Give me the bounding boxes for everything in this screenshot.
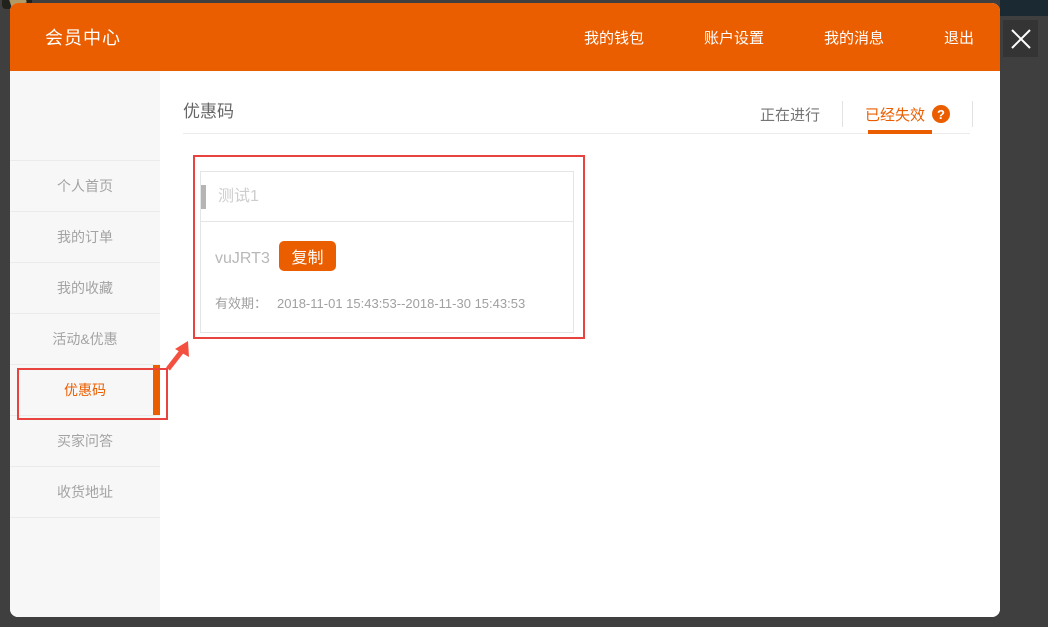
screen: 会员中心 我的钱包 账户设置 我的消息 退出 个人首页 我的订单 我的收藏 活动… bbox=[0, 0, 1048, 627]
coupon-card: 测试1 vuJRT3 复制 有效期： 2018-11-01 15:43:53--2… bbox=[200, 171, 574, 333]
tab-separator bbox=[972, 101, 973, 127]
sidebar-item-shipping-address[interactable]: 收货地址 bbox=[10, 467, 160, 518]
tab-bar: 正在进行 已经失效 ? bbox=[738, 101, 973, 127]
coupon-name: 测试1 bbox=[218, 172, 259, 221]
coupon-code-value: vuJRT3 bbox=[215, 250, 270, 268]
main-content: 优惠码 正在进行 已经失效 ? bbox=[160, 71, 1000, 617]
page-title: 优惠码 bbox=[183, 97, 234, 122]
validity-value: 2018-11-01 15:43:53--2018-11-30 15:43:53 bbox=[277, 296, 525, 311]
nav-my-wallet[interactable]: 我的钱包 bbox=[584, 27, 644, 48]
modal-title: 会员中心 bbox=[45, 24, 121, 50]
sidebar-item-coupon-code[interactable]: 优惠码 bbox=[10, 365, 160, 416]
tab-expired[interactable]: 已经失效 ? bbox=[843, 104, 972, 125]
member-center-modal: 会员中心 我的钱包 账户设置 我的消息 退出 个人首页 我的订单 我的收藏 活动… bbox=[10, 3, 1000, 617]
nav-account-settings[interactable]: 账户设置 bbox=[704, 27, 764, 48]
background-page-header-strip bbox=[1000, 0, 1048, 16]
sidebar: 个人首页 我的订单 我的收藏 活动&优惠 优惠码 买家问答 收货地址 bbox=[10, 71, 160, 617]
active-item-indicator-bar bbox=[153, 365, 160, 415]
copy-button[interactable]: 复制 bbox=[279, 241, 336, 271]
tab-expired-label: 已经失效 bbox=[865, 104, 925, 125]
nav-logout[interactable]: 退出 bbox=[944, 27, 974, 48]
nav-my-messages[interactable]: 我的消息 bbox=[824, 27, 884, 48]
active-tab-underline bbox=[868, 130, 932, 134]
title-divider bbox=[183, 133, 970, 134]
close-button[interactable] bbox=[1003, 20, 1038, 57]
sidebar-item-label: 优惠码 bbox=[64, 382, 106, 398]
sidebar-item-buyer-qa[interactable]: 买家问答 bbox=[10, 416, 160, 467]
validity-label: 有效期： bbox=[215, 296, 267, 311]
modal-header: 会员中心 我的钱包 账户设置 我的消息 退出 bbox=[10, 3, 1000, 71]
coupon-card-header: 测试1 bbox=[201, 172, 573, 222]
tab-in-progress[interactable]: 正在进行 bbox=[738, 104, 842, 125]
header-nav: 我的钱包 账户设置 我的消息 退出 bbox=[524, 3, 974, 71]
close-icon bbox=[1010, 28, 1032, 50]
sidebar-profile-area bbox=[10, 71, 160, 161]
help-question-icon[interactable]: ? bbox=[932, 105, 950, 123]
sidebar-item-activities-discounts[interactable]: 活动&优惠 bbox=[10, 314, 160, 365]
validity-row: 有效期： 2018-11-01 15:43:53--2018-11-30 15:4… bbox=[215, 293, 525, 312]
sidebar-item-personal-home[interactable]: 个人首页 bbox=[10, 161, 160, 212]
sidebar-item-my-favorites[interactable]: 我的收藏 bbox=[10, 263, 160, 314]
sidebar-item-my-orders[interactable]: 我的订单 bbox=[10, 212, 160, 263]
coupon-name-marker-bar bbox=[201, 185, 206, 209]
